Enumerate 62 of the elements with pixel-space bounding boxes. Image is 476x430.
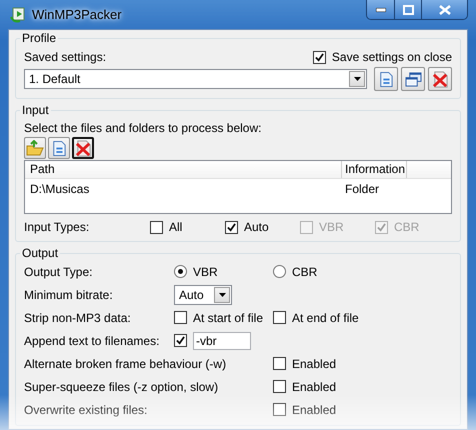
field-label: Strip non-MP3 data: bbox=[24, 310, 132, 324]
checkbox-label: Save settings on close bbox=[332, 50, 452, 64]
field-label: Super-squeeze files (-z option, slow) bbox=[24, 380, 220, 394]
column-header[interactable]: Path bbox=[25, 161, 342, 178]
checkbox[interactable] bbox=[273, 403, 286, 416]
checkbox[interactable] bbox=[273, 357, 286, 370]
radio-button[interactable] bbox=[273, 265, 286, 278]
add-file-button[interactable] bbox=[48, 137, 70, 159]
field-label: Alternate broken frame behaviour (-w) bbox=[24, 356, 228, 370]
profile-dropdown[interactable]: 1. Default bbox=[24, 69, 367, 89]
copy-button[interactable] bbox=[401, 67, 425, 91]
column-header[interactable]: Information bbox=[342, 161, 407, 178]
checkbox-label: At start of file bbox=[193, 310, 264, 324]
minimize-button[interactable] bbox=[367, 0, 394, 19]
document-icon bbox=[52, 140, 66, 156]
add-folder-button[interactable] bbox=[24, 137, 46, 159]
radio-label: CBR bbox=[292, 264, 318, 278]
checkbox-label: Enabled bbox=[292, 380, 336, 394]
radio-button[interactable] bbox=[174, 265, 187, 278]
checkbox[interactable] bbox=[225, 220, 238, 234]
checkbox[interactable] bbox=[312, 50, 326, 64]
delete-icon bbox=[432, 70, 448, 88]
checkbox[interactable] bbox=[150, 220, 163, 234]
checkbox[interactable] bbox=[174, 311, 187, 324]
field-label: Minimum bitrate: bbox=[24, 288, 114, 302]
field-label: Overwrite existing files: bbox=[24, 402, 148, 416]
bitrate-dropdown[interactable]: Auto bbox=[174, 284, 232, 304]
field-label: Saved settings: bbox=[24, 50, 106, 64]
app-icon bbox=[10, 6, 26, 22]
delete-icon bbox=[74, 140, 92, 156]
maximize-button[interactable] bbox=[394, 0, 421, 19]
new-button[interactable] bbox=[374, 67, 398, 91]
checkbox-label: Auto bbox=[244, 220, 269, 234]
checkbox[interactable] bbox=[273, 311, 286, 324]
checkbox-label: Enabled bbox=[292, 356, 336, 370]
field-label: Input Types: bbox=[24, 220, 90, 234]
minimize-icon bbox=[376, 8, 386, 12]
checkbox-label: At end of file bbox=[292, 310, 359, 324]
field-label: Output Type: bbox=[24, 264, 94, 278]
group-title: Input bbox=[21, 103, 50, 117]
checkbox[interactable] bbox=[273, 380, 286, 393]
table-cell-text: Folder bbox=[344, 181, 380, 198]
folder-icon bbox=[26, 140, 44, 156]
field-label: Append text to filenames: bbox=[24, 334, 160, 348]
text-field[interactable]: -vbr bbox=[193, 332, 251, 350]
document-icon bbox=[379, 70, 393, 88]
delete-button[interactable] bbox=[72, 137, 94, 159]
radio-label: VBR bbox=[193, 264, 218, 278]
close-button[interactable] bbox=[421, 0, 467, 19]
windows-icon bbox=[404, 72, 422, 86]
close-icon bbox=[438, 4, 450, 14]
maximize-icon bbox=[402, 4, 414, 14]
checkbox-label: CBR bbox=[394, 220, 420, 234]
checkbox-label: All bbox=[169, 220, 182, 234]
instruction-text: Select the files and folders to process below: bbox=[24, 121, 262, 135]
table-cell-text: D:\Musicas bbox=[29, 181, 90, 198]
checkbox[interactable] bbox=[174, 334, 187, 347]
checkbox-label: Enabled bbox=[292, 402, 336, 416]
checkbox-label: VBR bbox=[319, 220, 344, 234]
group-title: Output bbox=[21, 246, 60, 260]
group-title: Profile bbox=[21, 31, 58, 45]
window-title: WinMP3Packer bbox=[32, 7, 122, 22]
